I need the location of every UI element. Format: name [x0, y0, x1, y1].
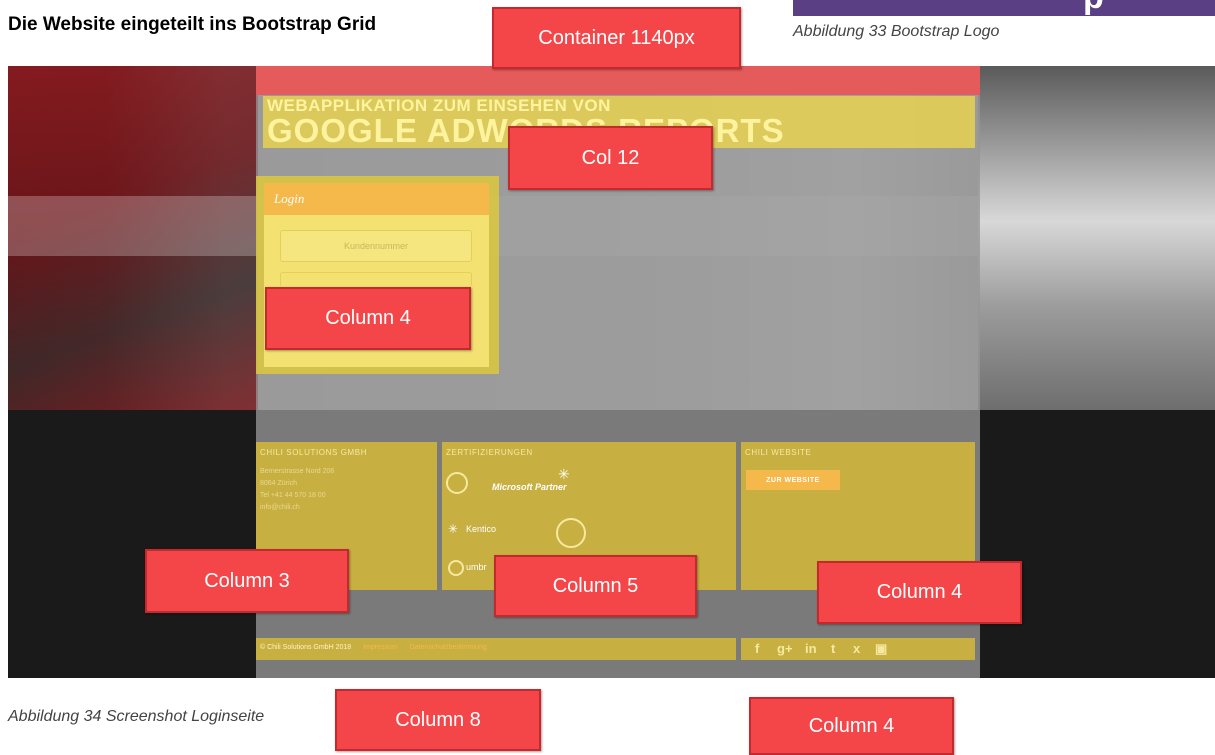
- facebook-icon[interactable]: f: [755, 641, 759, 656]
- footer-address-line: info@chili.ch: [260, 504, 300, 511]
- label-login-column4: Column 4: [265, 287, 471, 350]
- impressum-link[interactable]: Impressum: [363, 644, 398, 651]
- label-col12: Col 12: [508, 126, 713, 190]
- footer-col8-overlay: © Chili Solutions GmbH 2018 Impressum Da…: [256, 638, 736, 660]
- linkedin-icon[interactable]: in: [805, 641, 817, 656]
- label-footer-column3: Column 3: [145, 549, 349, 613]
- password-field[interactable]: [280, 272, 472, 287]
- microsoft-partner-logo: Microsoft Partner: [492, 482, 567, 492]
- footer-address-line: Tel +41 44 570 18 00: [260, 492, 326, 499]
- umbraco-icon: [448, 560, 464, 576]
- footer-website-heading: CHILI WEBSITE: [745, 448, 812, 457]
- microsoft-partner-star-icon: ✳: [558, 466, 570, 482]
- xing-icon[interactable]: x: [853, 641, 860, 656]
- footer-address-line: Bernerstrasse Nord 206: [260, 468, 335, 475]
- login-header: Login: [264, 183, 489, 215]
- certification-seal-icon: [556, 518, 586, 548]
- kentico-logo: Kentico: [466, 524, 497, 534]
- certification-badge-icon: [446, 472, 468, 494]
- caption-bootstrap-logo: Abbildung 33 Bootstrap Logo: [793, 23, 1000, 40]
- kentico-asterisk-icon: ✳: [448, 522, 459, 536]
- page-heading: Die Website eingeteilt ins Bootstrap Gri…: [8, 14, 377, 35]
- copyright-text: © Chili Solutions GmbH 2018: [260, 644, 352, 651]
- visit-website-button[interactable]: ZUR WEBSITE: [746, 470, 840, 490]
- label-container: Container 1140px: [492, 7, 741, 69]
- bootstrap-logo: p: [793, 0, 1215, 16]
- footer-company-heading: CHILI SOLUTIONS GMBH: [260, 448, 368, 457]
- label-footer-column4: Column 4: [817, 561, 1022, 624]
- label-bottom-column8: Column 8: [335, 689, 541, 751]
- caption-screenshot: Abbildung 34 Screenshot Loginseite: [8, 708, 265, 725]
- twitter-icon[interactable]: t: [831, 641, 835, 656]
- label-bottom-column4: Column 4: [749, 697, 954, 755]
- footer-address-line: 8064 Zürich: [260, 480, 297, 487]
- bootstrap-logo-glyph: p: [1083, 0, 1104, 16]
- label-footer-column5: Column 5: [494, 555, 697, 617]
- footer-social-col4-overlay: f g+ in t x ▣: [741, 638, 975, 660]
- top-navbar-overlay: [256, 66, 980, 95]
- umbraco-logo: umbr: [466, 562, 487, 572]
- privacy-link[interactable]: Datenschutzbestimmung: [410, 644, 487, 651]
- footer-certifications-heading: ZERTIFIZIERUNGEN: [446, 448, 533, 457]
- customer-number-field[interactable]: Kundennummer: [280, 230, 472, 262]
- google-plus-icon[interactable]: g+: [777, 641, 793, 656]
- youtube-icon[interactable]: ▣: [875, 641, 887, 657]
